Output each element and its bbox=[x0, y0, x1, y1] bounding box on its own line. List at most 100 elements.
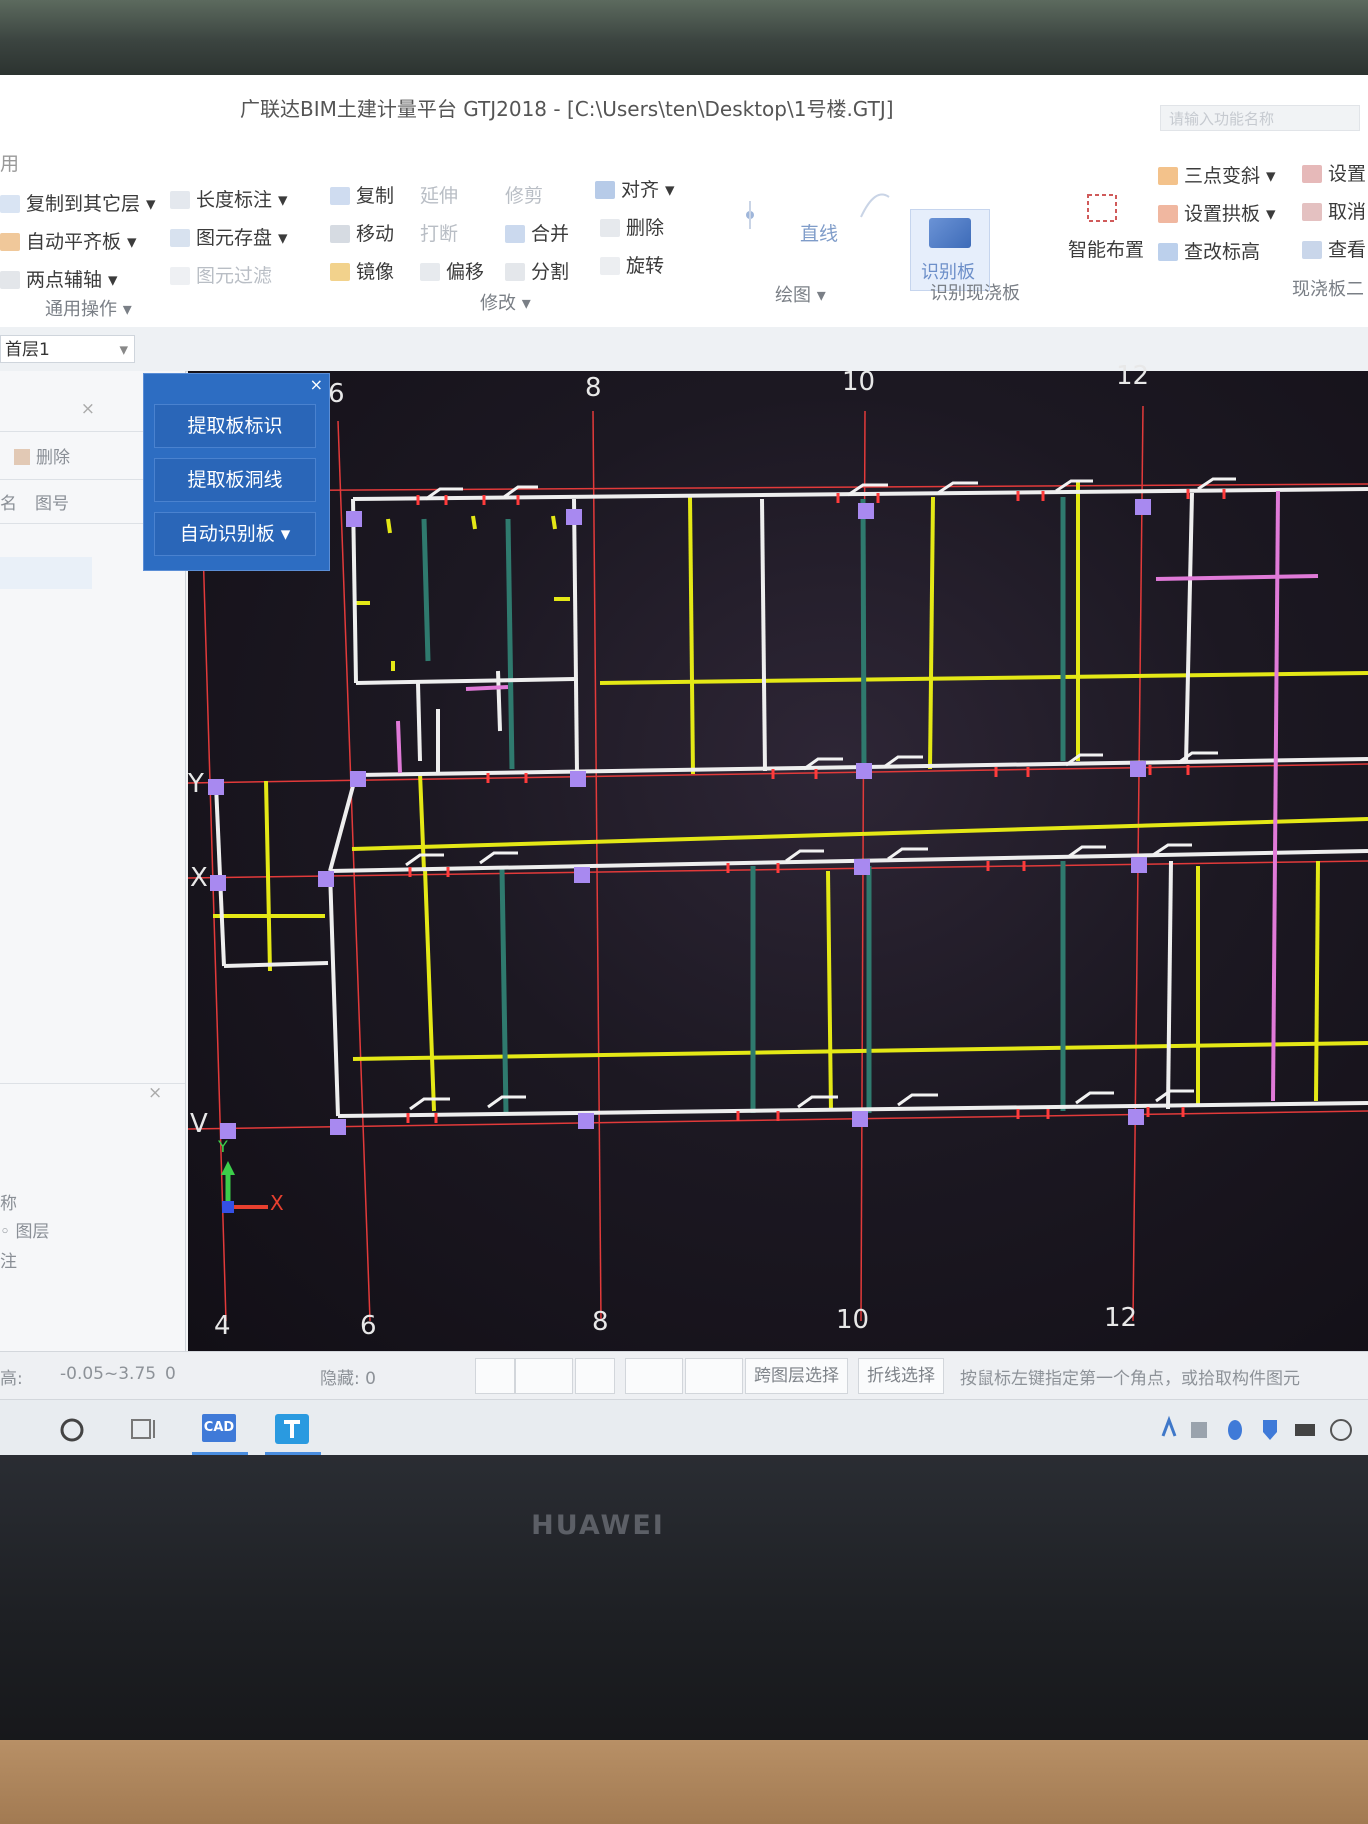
smart-layout-button[interactable]: 智能布置 bbox=[1068, 235, 1144, 262]
column-header-name: 名 bbox=[0, 494, 17, 514]
offset-button[interactable]: 偏移 bbox=[420, 257, 484, 284]
slope-icon bbox=[1158, 167, 1178, 185]
auto-recognize-slab-button[interactable]: 自动识别板 ▾ bbox=[154, 512, 316, 556]
laptop-brand-label: HUAWEI bbox=[531, 1510, 665, 1541]
mirror-icon bbox=[330, 263, 350, 281]
dynamic-input-icon[interactable] bbox=[625, 1358, 683, 1394]
rebar-annotations bbox=[405, 477, 1236, 1111]
break-button[interactable]: 打断 bbox=[420, 219, 458, 246]
copy-to-floor-button[interactable]: 复制到其它层 ▾ bbox=[0, 189, 156, 216]
group-label-draw[interactable]: 绘图 ▾ bbox=[775, 281, 826, 307]
cad-drawing-viewport[interactable]: 6 8 10 12 4 6 8 10 12 Y X V X Y bbox=[188, 361, 1368, 1351]
status-hidden: 隐藏: 0 bbox=[320, 1369, 376, 1389]
align-icon bbox=[595, 181, 615, 199]
status-hint: 按鼠标左键指定第一个角点，或拾取构件图元 bbox=[960, 1369, 1300, 1389]
cancel-icon bbox=[1302, 203, 1322, 221]
panel-close-icon[interactable]: × bbox=[81, 399, 95, 419]
ribbon-toolbar: 用 复制到其它层 ▾ 自动平齐板 ▾ 两点辅轴 ▾ 长度标注 ▾ 图元存盘 ▾ … bbox=[0, 137, 1368, 328]
merge-button[interactable]: 合并 bbox=[505, 219, 569, 246]
extend-button[interactable]: 延伸 bbox=[420, 181, 458, 208]
axis-label-bottom: 12 bbox=[1104, 1303, 1138, 1333]
eraser-icon bbox=[600, 219, 620, 237]
status-bar: 高: -0.05~3.75 0 隐藏: 0 跨图层选择 折线选择 按鼠标左键指定… bbox=[0, 1351, 1368, 1400]
ucs-y-label: Y bbox=[218, 1137, 228, 1156]
axis-label-top: 12 bbox=[1116, 361, 1150, 391]
mirror-button[interactable]: 镜像 bbox=[330, 257, 394, 284]
desk-surface bbox=[0, 1740, 1368, 1824]
copy-floor-icon bbox=[0, 195, 20, 213]
ortho-toggle-icon[interactable] bbox=[475, 1358, 515, 1394]
cancel-button[interactable]: 取消 bbox=[1302, 197, 1366, 224]
function-search-input[interactable]: 请输入功能名称 bbox=[1160, 105, 1360, 131]
element-save-button[interactable]: 图元存盘 ▾ bbox=[170, 223, 288, 250]
prop-row-name: 称 bbox=[0, 1194, 17, 1214]
view-icon bbox=[1302, 241, 1322, 259]
drawing-canvas[interactable] bbox=[188, 371, 1368, 1351]
window-title: 广联达BIM土建计量平台 GTJ2018 - [C:\Users\ten\Des… bbox=[240, 97, 894, 121]
polyline-select-button[interactable]: 折线选择 bbox=[858, 1358, 944, 1394]
floor-select[interactable]: 首层1 ▾ bbox=[0, 335, 135, 363]
group-label-slab: 现浇板二 bbox=[1292, 279, 1364, 300]
copy-icon bbox=[330, 187, 350, 205]
smart-layout-icon bbox=[1082, 189, 1122, 227]
arc-icon[interactable] bbox=[855, 185, 895, 223]
set-arch-slab-button[interactable]: 设置拱板 ▾ bbox=[1158, 199, 1276, 226]
delete-button[interactable]: 删除 bbox=[600, 213, 664, 240]
axis-icon bbox=[0, 271, 20, 289]
draw-line-button[interactable]: 直线 bbox=[800, 219, 838, 246]
gtj-app-icon bbox=[275, 1414, 309, 1444]
rotate-button[interactable]: 旋转 bbox=[600, 251, 664, 278]
floor-bar: 首层1 ▾ bbox=[0, 327, 1368, 372]
cortana-search-icon[interactable] bbox=[46, 1408, 102, 1452]
close-icon[interactable]: × bbox=[310, 375, 323, 394]
trim-button[interactable]: 修剪 bbox=[505, 181, 543, 208]
axis-label-top: 8 bbox=[585, 373, 602, 403]
point-icon[interactable] bbox=[730, 195, 770, 233]
snap-toggle-icon[interactable] bbox=[515, 1358, 573, 1394]
taskbar-cad-app-icon[interactable]: CAD bbox=[192, 1408, 248, 1455]
arch-icon bbox=[1158, 205, 1178, 223]
offset-icon bbox=[420, 263, 440, 281]
prop-row-note: 注 bbox=[0, 1252, 17, 1272]
cross-icon[interactable] bbox=[575, 1358, 615, 1394]
element-filter-button[interactable]: 图元过滤 bbox=[170, 261, 272, 288]
cad-label: CAD bbox=[202, 1414, 236, 1442]
extract-slab-hole-button[interactable]: 提取板洞线 bbox=[154, 458, 316, 502]
three-point-slope-button[interactable]: 三点变斜 ▾ bbox=[1158, 161, 1276, 188]
setting-button[interactable]: 设置 bbox=[1302, 159, 1366, 186]
rebar-lines bbox=[421, 497, 1066, 1114]
recognize-slab-panel: × 提取板标识 提取板洞线 自动识别板 ▾ bbox=[143, 373, 330, 571]
chevron-down-icon: ▾ bbox=[119, 340, 128, 360]
two-point-axis-button[interactable]: 两点辅轴 ▾ bbox=[0, 265, 118, 292]
selected-list-row[interactable] bbox=[0, 557, 92, 589]
hole-lines bbox=[396, 490, 1319, 1102]
panel-delete-button[interactable]: 删除 bbox=[14, 443, 70, 468]
merge-icon bbox=[505, 225, 525, 243]
move-icon bbox=[330, 225, 350, 243]
align-button[interactable]: 对齐 ▾ bbox=[595, 175, 675, 202]
line-type-icon[interactable] bbox=[685, 1358, 743, 1394]
wall-lines bbox=[214, 487, 1368, 1118]
cross-layer-select-button[interactable]: 跨图层选择 bbox=[745, 1358, 848, 1394]
axis-label-bottom: 4 bbox=[214, 1311, 231, 1341]
delete-icon bbox=[14, 449, 30, 465]
group-label-common[interactable]: 通用操作 ▾ bbox=[45, 295, 132, 321]
status-elevation-label: 高: bbox=[0, 1369, 23, 1389]
split-button[interactable]: 分割 bbox=[505, 257, 569, 284]
ribbon-tab-fragment: 用 bbox=[0, 153, 20, 175]
axis-label-left: X bbox=[190, 863, 208, 893]
move-button[interactable]: 移动 bbox=[330, 219, 394, 246]
axis-label-top: 6 bbox=[328, 379, 345, 409]
extract-slab-label-button[interactable]: 提取板标识 bbox=[154, 404, 316, 448]
check-elevation-button[interactable]: 查改标高 bbox=[1158, 237, 1260, 264]
task-view-icon[interactable] bbox=[118, 1408, 174, 1452]
auto-level-slab-button[interactable]: 自动平齐板 ▾ bbox=[0, 227, 137, 254]
taskbar-gtj-app-icon[interactable] bbox=[265, 1408, 321, 1455]
length-dimension-button[interactable]: 长度标注 ▾ bbox=[170, 185, 288, 212]
copy-button[interactable]: 复制 bbox=[330, 181, 394, 208]
properties-close-icon[interactable]: × bbox=[148, 1083, 162, 1103]
status-elevation: -0.05~3.75 bbox=[60, 1364, 157, 1384]
group-label-modify[interactable]: 修改 ▾ bbox=[480, 289, 531, 315]
system-tray[interactable] bbox=[1155, 1408, 1355, 1452]
view-button[interactable]: 查看 bbox=[1302, 235, 1366, 262]
